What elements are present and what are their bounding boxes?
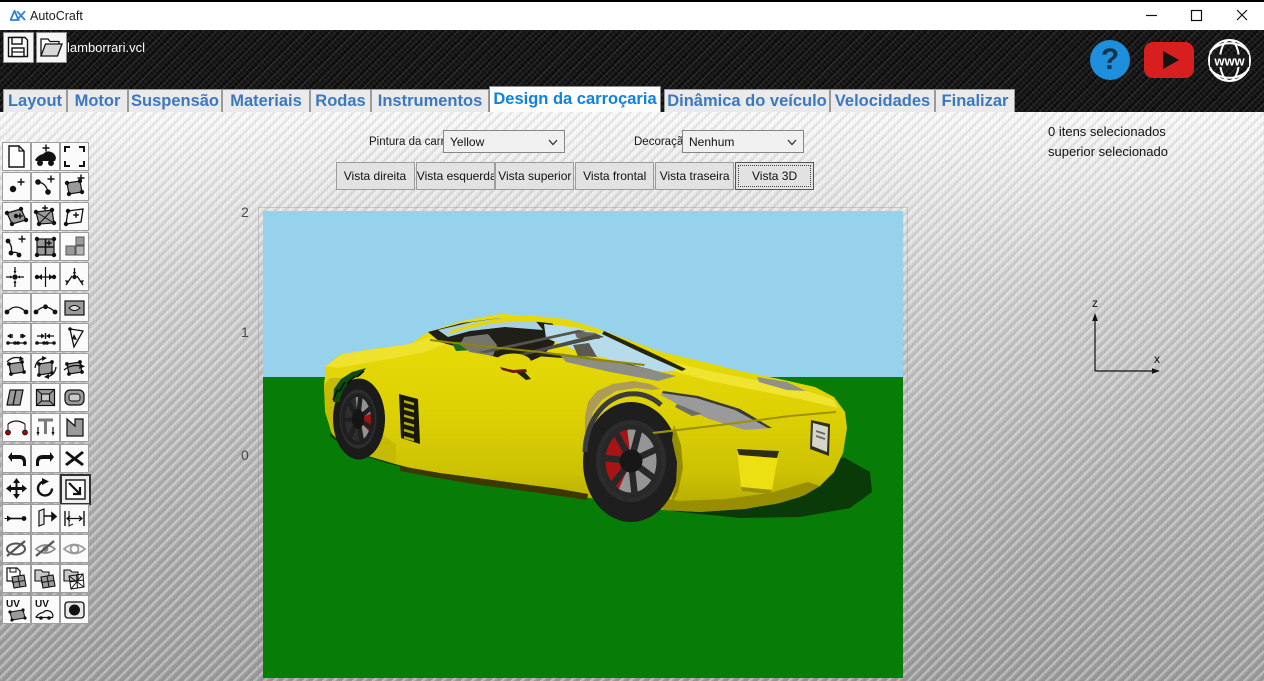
- svg-text:www: www: [1213, 54, 1245, 69]
- svg-text:UV: UV: [35, 599, 49, 610]
- svg-text:x: x: [1154, 352, 1160, 366]
- svg-text:UV: UV: [6, 599, 20, 610]
- svg-text:?: ?: [1101, 43, 1119, 76]
- svg-text:z: z: [1092, 296, 1098, 310]
